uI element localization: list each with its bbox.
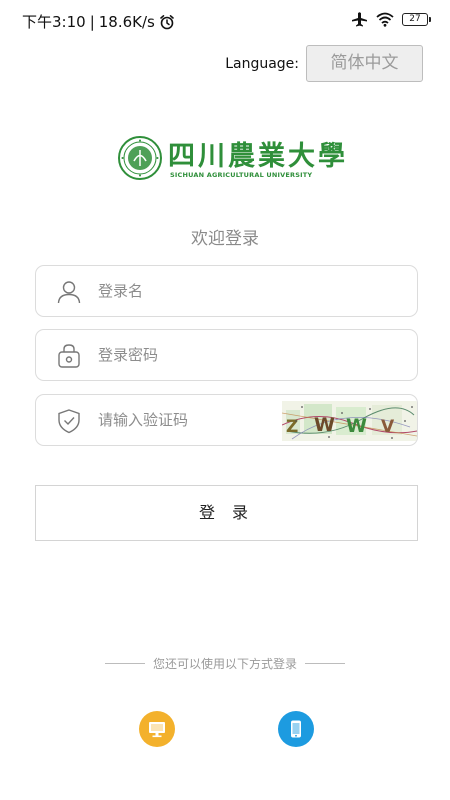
status-separator: | [89, 12, 95, 31]
university-name-english: SICHUAN AGRICULTURAL UNIVERSITY [170, 171, 313, 179]
wifi-icon [376, 12, 394, 27]
phone-icon [291, 720, 301, 738]
status-bar: 下午3:10 | 18.6K/s 27 [0, 0, 450, 40]
captcha-char: W [314, 414, 335, 436]
university-logo: 四川農業大學 SICHUAN AGRICULTURAL UNIVERSITY [118, 136, 345, 184]
username-input[interactable] [98, 266, 308, 316]
divider-line-right [305, 663, 345, 664]
username-field [35, 265, 418, 317]
password-field [35, 329, 418, 381]
university-seal-icon [118, 136, 162, 180]
captcha-field: Z W W V [35, 394, 418, 446]
mobile-login-icon[interactable] [278, 711, 314, 747]
language-row: Language: 简体中文 [225, 45, 423, 82]
user-icon [57, 281, 81, 304]
shield-check-icon [58, 409, 80, 434]
status-right: 27 [351, 11, 431, 27]
status-time: 下午3:10 [22, 13, 86, 31]
captcha-char: V [381, 417, 395, 437]
status-left: 下午3:10 | 18.6K/s [22, 11, 175, 32]
monitor-icon [149, 722, 165, 738]
welcome-heading: 欢迎登录 [191, 229, 259, 249]
pc-login-icon[interactable] [139, 711, 175, 747]
university-name-chinese: 四川農業大學 [168, 141, 348, 172]
captcha-input[interactable] [98, 395, 308, 445]
alarm-icon [160, 14, 174, 29]
alternate-login-label: 您还可以使用以下方式登录 [152, 657, 297, 671]
divider-line-left [104, 663, 145, 664]
lock-icon [58, 344, 80, 368]
alternate-login-divider: 您还可以使用以下方式登录 [0, 655, 450, 672]
captcha-char: W [346, 415, 367, 437]
battery-icon: 27 [402, 12, 431, 26]
language-select[interactable]: 简体中文 [306, 45, 423, 82]
network-speed: 18.6K/s [98, 12, 155, 31]
captcha-image[interactable]: Z W W V [282, 401, 417, 441]
language-label: Language: [225, 55, 299, 72]
password-input[interactable] [98, 330, 308, 380]
login-button[interactable]: 登 录 [35, 485, 418, 541]
airplane-icon [352, 12, 367, 27]
captcha-char: Z [286, 417, 298, 437]
